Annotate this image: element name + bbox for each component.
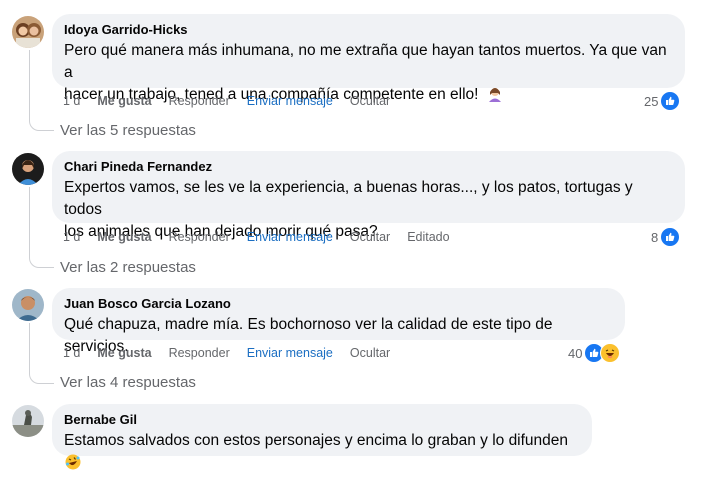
- comment-author[interactable]: Idoya Garrido-Hicks: [64, 22, 673, 38]
- comment-author[interactable]: Chari Pineda Fernandez: [64, 159, 673, 175]
- comment-bubble: Idoya Garrido-Hicks Pero qué manera más …: [52, 14, 685, 103]
- avatar[interactable]: [12, 405, 44, 437]
- timestamp[interactable]: 1 d: [63, 344, 80, 362]
- timestamp[interactable]: 1 d: [63, 92, 80, 110]
- hide-button[interactable]: Ocultar: [350, 92, 390, 110]
- reply-button[interactable]: Responder: [169, 228, 230, 246]
- thread-connector: [29, 323, 54, 384]
- thread-connector: [29, 50, 54, 131]
- view-replies-link[interactable]: Ver las 5 respuestas: [60, 121, 196, 141]
- send-message-button[interactable]: Enviar mensaje: [247, 344, 333, 362]
- rolling-laughing-emoji-icon: [65, 454, 81, 477]
- like-button[interactable]: Me gusta: [97, 92, 151, 110]
- send-message-button[interactable]: Enviar mensaje: [247, 228, 333, 246]
- comment-actions: 1 d Me gusta Responder Enviar mensaje Oc…: [63, 228, 467, 246]
- view-replies-link[interactable]: Ver las 4 respuestas: [60, 373, 196, 393]
- reply-button[interactable]: Responder: [169, 344, 230, 362]
- view-replies-link[interactable]: Ver las 2 respuestas: [60, 258, 196, 278]
- comment-bubble: Bernabe Gil Estamos salvados con estos p…: [52, 404, 592, 470]
- hide-button[interactable]: Ocultar: [350, 228, 390, 246]
- timestamp[interactable]: 1 d: [63, 228, 80, 246]
- comment-bubble: Chari Pineda Fernandez Expertos vamos, s…: [52, 151, 685, 240]
- avatar[interactable]: [12, 16, 44, 48]
- comment-actions: 1 d Me gusta Responder Enviar mensaje Oc…: [63, 92, 407, 110]
- edited-label: Editado: [407, 230, 450, 244]
- avatar[interactable]: [12, 153, 44, 185]
- avatar[interactable]: [12, 289, 44, 321]
- send-message-button[interactable]: Enviar mensaje: [247, 92, 333, 110]
- comment-actions: 1 d Me gusta Responder Enviar mensaje Oc…: [63, 344, 407, 362]
- reaction-count: 40: [568, 345, 583, 361]
- reaction-summary[interactable]: 8: [651, 227, 681, 247]
- reaction-summary[interactable]: 40: [568, 343, 621, 363]
- comment-author[interactable]: Bernabe Gil: [64, 412, 580, 428]
- thread-connector: [29, 187, 54, 268]
- comment-bubble: Juan Bosco Garcia Lozano Qué chapuza, ma…: [52, 288, 625, 355]
- hide-button[interactable]: Ocultar: [350, 344, 390, 362]
- thumbs-up-icon: [660, 91, 681, 111]
- woman-emoji-icon: [487, 86, 503, 109]
- thumbs-up-icon: [660, 227, 681, 247]
- reaction-count: 8: [651, 229, 659, 245]
- reaction-count: 25: [644, 93, 659, 109]
- laughing-face-icon: [600, 343, 621, 363]
- like-button[interactable]: Me gusta: [97, 228, 151, 246]
- reply-button[interactable]: Responder: [169, 92, 230, 110]
- like-button[interactable]: Me gusta: [97, 344, 151, 362]
- reaction-summary[interactable]: 25: [644, 91, 681, 111]
- comment-text: Estamos salvados con estos personajes y …: [64, 430, 580, 477]
- comment-author[interactable]: Juan Bosco Garcia Lozano: [64, 296, 613, 312]
